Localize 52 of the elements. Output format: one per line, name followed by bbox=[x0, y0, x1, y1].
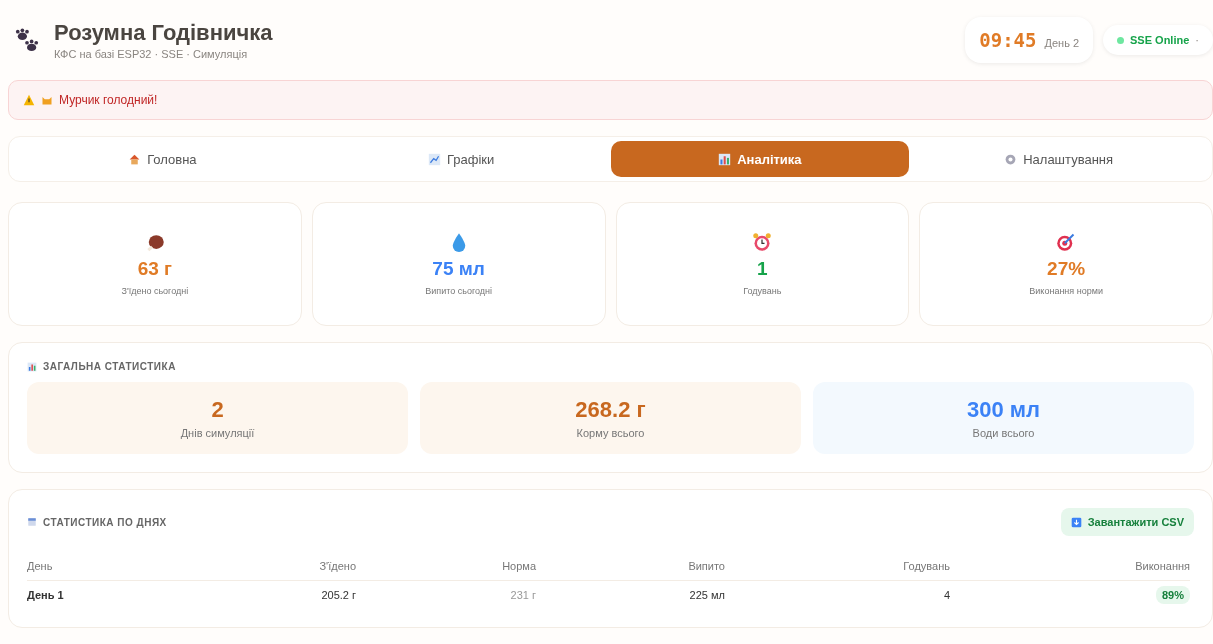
table-cell-text: 205.2 г bbox=[320, 588, 356, 603]
bar-chart-icon bbox=[27, 361, 37, 372]
download-csv-button[interactable]: Завантажити CSV bbox=[1060, 508, 1194, 536]
paw-prints-icon bbox=[14, 28, 40, 52]
stat-label: Випито сьогодні bbox=[425, 286, 492, 296]
tab[interactable]: Головна bbox=[13, 141, 312, 177]
target-icon bbox=[1056, 232, 1077, 252]
app-subtitle: КФС на базі ESP32 · SSE · Симуляція bbox=[54, 48, 249, 60]
summary-value: 2 bbox=[211, 397, 224, 423]
section-title: СТАТИСТИКА ПО ДНЯХ bbox=[43, 516, 167, 528]
tab[interactable]: Налаштування bbox=[909, 141, 1208, 177]
bar-chart-icon bbox=[718, 152, 732, 166]
tab[interactable]: Аналітика bbox=[610, 141, 910, 177]
stat-value: 27% bbox=[1047, 258, 1086, 280]
column-header: Випито bbox=[536, 552, 725, 581]
gear-icon bbox=[1004, 152, 1018, 166]
table-cell-text: 4 bbox=[942, 588, 950, 603]
summary-label: Води всього bbox=[972, 427, 1035, 439]
stat-label: Годувань bbox=[743, 286, 782, 296]
status-label: SSE Online bbox=[1130, 34, 1190, 46]
clock-time: 09:45 bbox=[979, 29, 1037, 51]
stat-label: З'їдено сьогодні bbox=[121, 286, 189, 296]
stat-value: 63 г bbox=[137, 258, 173, 280]
house-icon bbox=[128, 152, 142, 166]
column-header: Годувань bbox=[725, 552, 950, 581]
stat-value: 1 bbox=[757, 258, 768, 280]
summary-label: Днів симуляції bbox=[180, 427, 255, 439]
summary-value: 300 мл bbox=[966, 397, 1041, 423]
tab[interactable]: Графіки bbox=[311, 141, 611, 177]
cat-icon bbox=[41, 94, 53, 106]
status-extra: · bbox=[1195, 34, 1199, 46]
stat-value: 75 мл bbox=[432, 258, 485, 280]
alarm-clock-icon bbox=[752, 232, 773, 252]
calendar-icon bbox=[27, 517, 37, 527]
day-label: День 2 bbox=[1044, 37, 1080, 49]
stat-label: Виконання норми bbox=[1029, 286, 1103, 296]
table-cell-text: День 1 bbox=[27, 588, 65, 603]
column-header: Норма bbox=[356, 552, 536, 581]
summary-label: Корму всього bbox=[576, 427, 645, 439]
column-header: Виконання bbox=[950, 552, 1190, 581]
summary-value: 268.2 г bbox=[575, 397, 646, 423]
app-title: Розумна Годівничка bbox=[54, 20, 273, 46]
alert-text: Мурчик голодний! bbox=[59, 93, 158, 107]
completion-badge: 89% bbox=[1155, 586, 1190, 604]
section-title: ЗАГАЛЬНА СТАТИСТИКА bbox=[43, 361, 176, 372]
line-chart-icon bbox=[427, 152, 441, 166]
column-header: День bbox=[27, 552, 247, 581]
column-header: З'їдено bbox=[247, 552, 356, 581]
download-icon bbox=[1070, 516, 1082, 528]
warning-icon bbox=[23, 94, 35, 106]
table-cell-text: 225 мл bbox=[688, 588, 725, 603]
table-cell-text: 231 г bbox=[509, 588, 536, 603]
